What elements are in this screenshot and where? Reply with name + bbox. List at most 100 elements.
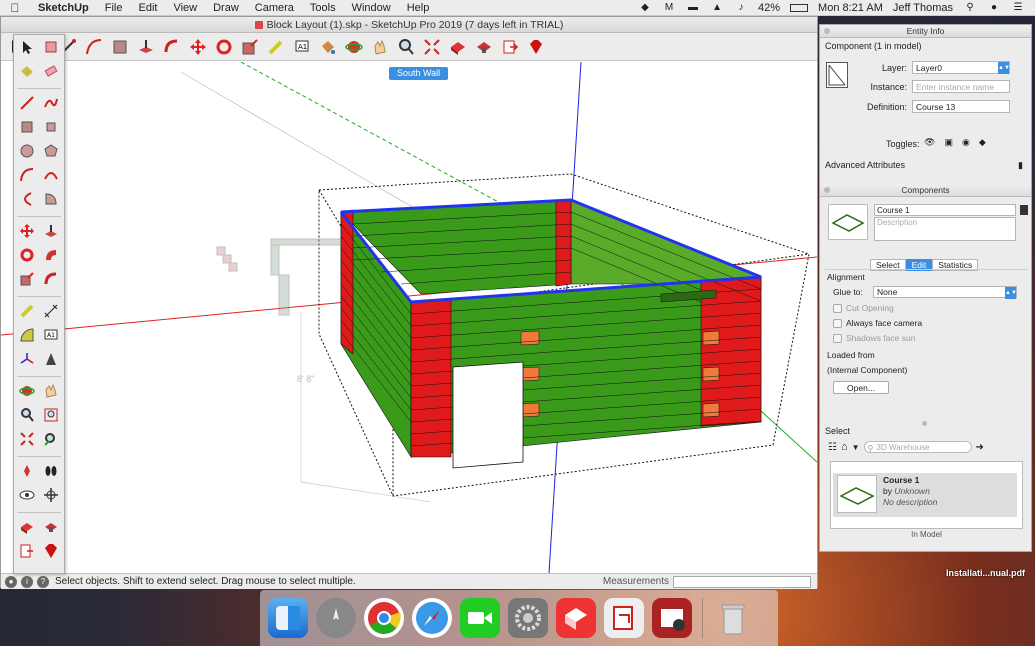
menu-window[interactable]: Window <box>344 2 399 14</box>
component-description-input[interactable]: Description <box>874 217 1016 241</box>
desktop-file-label[interactable]: Installati...nual.pdf <box>946 568 1025 578</box>
apple-menu-icon[interactable]:  <box>0 1 30 15</box>
open-button[interactable]: Open... <box>833 381 889 394</box>
clock[interactable]: Mon 8:21 AM <box>818 2 883 14</box>
rectangle-icon[interactable] <box>17 117 37 137</box>
circle-icon[interactable] <box>17 141 37 161</box>
move-icon[interactable] <box>187 36 209 58</box>
orbit-icon[interactable] <box>17 381 37 401</box>
send-to-layout-icon[interactable] <box>17 541 37 561</box>
extension-manager-icon[interactable] <box>41 517 61 537</box>
finder-icon[interactable] <box>268 598 308 638</box>
layout-icon[interactable] <box>604 598 644 638</box>
menu-view[interactable]: View <box>165 2 205 14</box>
warehouse-search-input[interactable]: ⚲ 3D Warehouse <box>863 441 972 453</box>
polygon-icon[interactable] <box>41 141 61 161</box>
dimension-icon[interactable] <box>41 301 61 321</box>
cut-opening-checkbox[interactable] <box>833 303 842 313</box>
rectangle-icon[interactable] <box>109 36 131 58</box>
menu-draw[interactable]: Draw <box>205 2 247 14</box>
forward-arrow-icon[interactable]: ➜ <box>976 442 984 453</box>
instructor-icon[interactable]: ? <box>37 575 49 588</box>
close-icon[interactable] <box>824 187 830 193</box>
zoom-icon[interactable] <box>395 36 417 58</box>
zoom-window-icon[interactable] <box>41 405 61 425</box>
instance-name-input[interactable]: Enter instance name <box>912 80 1010 93</box>
mail-icon[interactable]: M <box>662 2 676 13</box>
locked-toggle-icon[interactable]: ▣ <box>944 137 953 148</box>
cast-shadows-icon[interactable]: ◆ <box>979 137 986 148</box>
three-point-arc-icon[interactable] <box>17 189 37 209</box>
select-icon[interactable] <box>17 37 37 57</box>
text-icon[interactable]: A1 <box>41 325 61 345</box>
close-icon[interactable] <box>824 28 830 34</box>
airplay-icon[interactable]: ▬ <box>686 2 700 13</box>
navigation-dropdown-icon[interactable]: ▼ <box>852 443 860 452</box>
rotate-icon[interactable] <box>17 245 37 265</box>
orbit-icon[interactable] <box>343 36 365 58</box>
view-options-icon[interactable]: ☷ <box>828 442 837 453</box>
wifi-icon[interactable]: ▲ <box>710 2 724 13</box>
scale-icon[interactable] <box>239 36 261 58</box>
siri-icon[interactable]: ● <box>987 2 1001 13</box>
arc-icon[interactable] <box>17 165 37 185</box>
volume-icon[interactable]: ♪ <box>734 2 748 13</box>
window-opening[interactable] <box>452 361 524 469</box>
3d-text-icon[interactable] <box>41 349 61 369</box>
home-icon[interactable]: ⌂ <box>841 441 848 453</box>
always-face-camera-checkbox[interactable] <box>833 318 842 328</box>
facetime-icon[interactable] <box>460 598 500 638</box>
menu-camera[interactable]: Camera <box>247 2 302 14</box>
layout-icon[interactable] <box>499 36 521 58</box>
pan-icon[interactable] <box>369 36 391 58</box>
layer-select[interactable]: Layer0 ▲▼ <box>912 61 1010 74</box>
pie-icon[interactable] <box>41 189 61 209</box>
text-icon[interactable]: A1 <box>291 36 313 58</box>
offset-icon[interactable] <box>161 36 183 58</box>
line-icon[interactable] <box>17 93 37 113</box>
spotlight-icon[interactable]: ⚲ <box>963 2 977 13</box>
menu-help[interactable]: Help <box>399 2 438 14</box>
menu-tools[interactable]: Tools <box>302 2 344 14</box>
measurements-input[interactable] <box>673 575 811 588</box>
advanced-attributes-label[interactable]: Advanced Attributes <box>825 160 905 170</box>
drawing-canvas[interactable]: South Wall 8' 8" <box>1 62 817 573</box>
menu-edit[interactable]: Edit <box>130 2 165 14</box>
push-pull-icon[interactable] <box>135 36 157 58</box>
entity-info-header[interactable]: Entity Info <box>820 25 1031 38</box>
system-preferences-icon[interactable] <box>508 598 548 638</box>
trash-icon[interactable] <box>713 598 753 638</box>
sketchup-icon[interactable] <box>556 598 596 638</box>
launchpad-icon[interactable] <box>316 598 356 638</box>
previous-view-icon[interactable] <box>41 429 61 449</box>
list-item[interactable]: Course 1 by Unknown No description <box>833 473 1017 517</box>
hidden-toggle-eye-icon[interactable]: 👁 <box>924 137 935 148</box>
style-builder-icon[interactable] <box>652 598 692 638</box>
dropbox-icon[interactable]: ◆ <box>638 2 652 13</box>
walk-icon[interactable] <box>41 461 61 481</box>
splitter-handle[interactable] <box>922 421 927 426</box>
move-icon[interactable] <box>17 221 37 241</box>
component-name-input[interactable]: Course 1 <box>874 204 1016 216</box>
chrome-icon[interactable] <box>364 598 404 638</box>
paint-bucket-icon[interactable] <box>17 61 37 81</box>
3d-warehouse-icon[interactable] <box>17 517 37 537</box>
shadows-face-sun-checkbox[interactable] <box>833 333 842 343</box>
offset-icon[interactable] <box>41 269 61 289</box>
follow-me-icon[interactable] <box>41 245 61 265</box>
definition-input[interactable]: Course 13 <box>912 100 1010 113</box>
protractor-icon[interactable] <box>17 325 37 345</box>
warehouse-icon[interactable] <box>447 36 469 58</box>
zoom-extents-icon[interactable] <box>17 429 37 449</box>
user-name[interactable]: Jeff Thomas <box>893 2 953 14</box>
ruby-icon[interactable] <box>525 36 547 58</box>
battery-icon[interactable] <box>790 3 809 12</box>
make-component-icon[interactable] <box>41 37 61 57</box>
section-plane-icon[interactable] <box>41 485 61 505</box>
arc-icon[interactable] <box>83 36 105 58</box>
position-camera-icon[interactable] <box>17 461 37 481</box>
details-menu-icon[interactable] <box>1020 205 1028 215</box>
scale-icon[interactable] <box>17 269 37 289</box>
geo-location-icon[interactable]: ● <box>5 575 17 588</box>
safari-icon[interactable] <box>412 598 452 638</box>
